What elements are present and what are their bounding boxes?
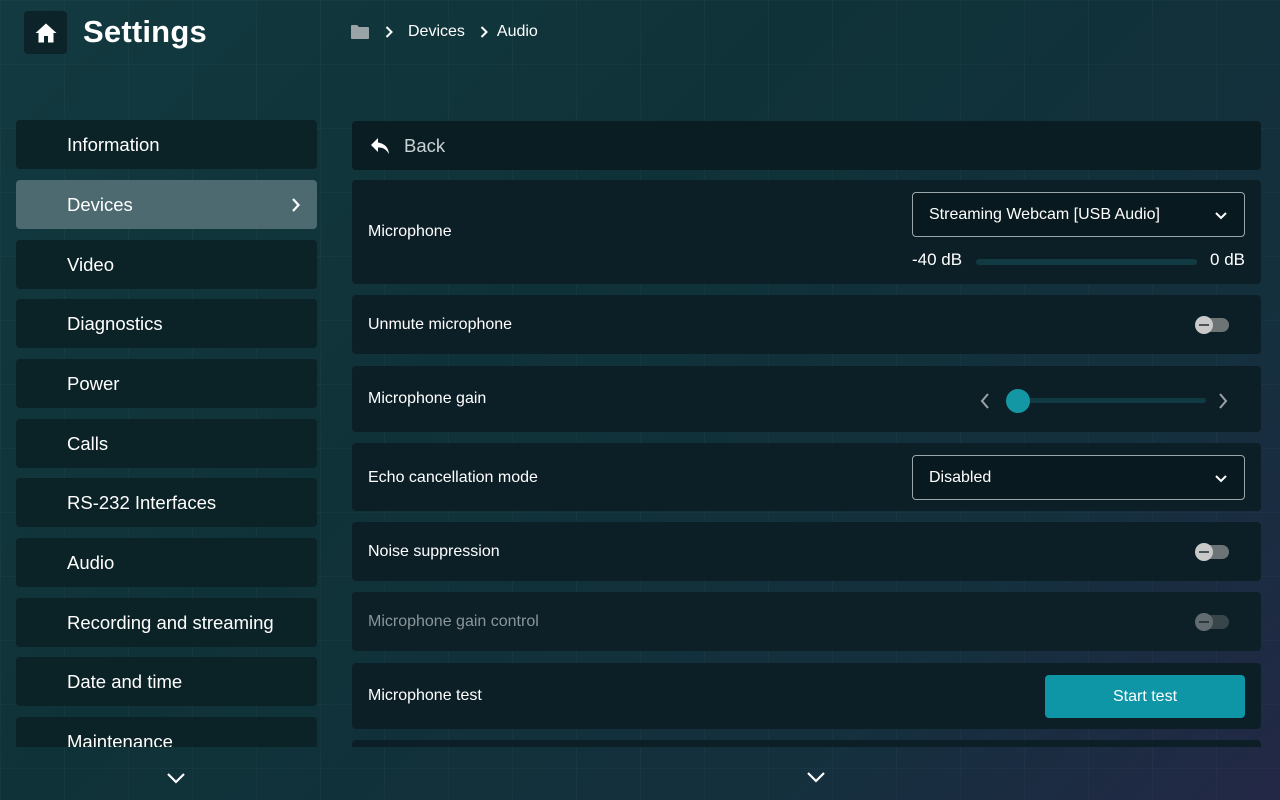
noise-suppression-row: Noise suppression bbox=[352, 522, 1261, 581]
main-scroll-down-icon[interactable] bbox=[806, 770, 826, 788]
unmute-microphone-toggle[interactable] bbox=[1195, 316, 1229, 334]
start-test-button[interactable]: Start test bbox=[1045, 675, 1245, 718]
microphone-gain-slider bbox=[976, 385, 1232, 415]
meter-min-label: -40 dB bbox=[912, 250, 963, 269]
microphone-test-row: Microphone test Start test bbox=[352, 663, 1261, 729]
noise-suppression-toggle[interactable] bbox=[1195, 543, 1229, 561]
sidebar-item-label: Maintenance bbox=[67, 730, 173, 748]
back-arrow-icon bbox=[370, 137, 390, 155]
sidebar-item-power[interactable]: Power bbox=[16, 359, 317, 408]
sidebar-scroll-down-icon[interactable] bbox=[166, 771, 186, 789]
sidebar-item-label: Recording and streaming bbox=[67, 611, 274, 633]
main-panel: Back Microphone Streaming Webcam [USB Au… bbox=[352, 120, 1261, 747]
back-label: Back bbox=[404, 134, 446, 156]
unmute-microphone-row: Unmute microphone bbox=[352, 295, 1261, 354]
sidebar-item-label: RS-232 Interfaces bbox=[67, 491, 217, 513]
sidebar-item-label: Diagnostics bbox=[67, 312, 163, 334]
sidebar: Information Devices Video Diagnostics Po… bbox=[16, 120, 317, 747]
echo-cancellation-row: Echo cancellation mode Disabled bbox=[352, 443, 1261, 511]
sidebar-item-calls[interactable]: Calls bbox=[16, 419, 317, 468]
microphone-select-value: Streaming Webcam [USB Audio] bbox=[929, 205, 1160, 223]
folder-icon[interactable] bbox=[350, 24, 370, 40]
toggle-knob bbox=[1195, 613, 1213, 631]
breadcrumb: Devices Audio bbox=[350, 20, 538, 44]
home-button[interactable] bbox=[24, 11, 67, 54]
home-icon bbox=[35, 23, 56, 42]
chevron-down-icon bbox=[1214, 208, 1228, 226]
microphone-row: Microphone Streaming Webcam [USB Audio] … bbox=[352, 180, 1261, 284]
slider-thumb[interactable] bbox=[1005, 389, 1030, 413]
chevron-left-icon[interactable] bbox=[980, 392, 990, 415]
sidebar-item-diagnostics[interactable]: Diagnostics bbox=[16, 299, 317, 348]
sidebar-item-information[interactable]: Information bbox=[16, 120, 317, 169]
breadcrumb-item-devices[interactable]: Devices bbox=[408, 23, 465, 41]
unmute-microphone-label: Unmute microphone bbox=[368, 316, 513, 333]
back-button[interactable]: Back bbox=[352, 121, 1261, 170]
microphone-gain-control-toggle bbox=[1195, 613, 1229, 631]
echo-cancellation-select[interactable]: Disabled bbox=[912, 455, 1245, 500]
slider-track[interactable] bbox=[1005, 389, 1206, 413]
breadcrumb-item-audio[interactable]: Audio bbox=[497, 23, 538, 41]
chevron-down-icon bbox=[1214, 471, 1228, 489]
chevron-right-icon bbox=[370, 26, 408, 38]
microphone-label: Microphone bbox=[368, 223, 452, 240]
sidebar-item-label: Date and time bbox=[67, 670, 183, 692]
meter-track bbox=[976, 259, 1197, 265]
sidebar-item-label: Video bbox=[67, 253, 114, 275]
sidebar-item-maintenance[interactable]: Maintenance bbox=[16, 717, 317, 747]
microphone-test-label: Microphone test bbox=[368, 687, 482, 704]
chevron-right-icon[interactable] bbox=[1218, 392, 1228, 415]
sidebar-item-label: Audio bbox=[67, 551, 115, 573]
echo-cancellation-value: Disabled bbox=[929, 468, 992, 486]
sidebar-item-label: Information bbox=[67, 133, 160, 155]
toggle-knob bbox=[1195, 316, 1213, 334]
chevron-right-icon bbox=[291, 196, 301, 218]
page-title: Settings bbox=[83, 14, 207, 49]
sidebar-item-recording[interactable]: Recording and streaming bbox=[16, 598, 317, 647]
sidebar-item-label: Calls bbox=[67, 432, 109, 454]
microphone-select[interactable]: Streaming Webcam [USB Audio] bbox=[912, 192, 1245, 237]
microphone-level-meter: -40 dB 0 dB bbox=[912, 250, 1245, 272]
meter-max-label: 0 dB bbox=[1210, 250, 1245, 269]
microphone-gain-control-row: Microphone gain control bbox=[352, 592, 1261, 651]
sidebar-item-label: Power bbox=[67, 372, 120, 394]
sidebar-item-rs232[interactable]: RS-232 Interfaces bbox=[16, 478, 317, 527]
sidebar-item-date-time[interactable]: Date and time bbox=[16, 657, 317, 706]
next-row bbox=[352, 740, 1261, 747]
microphone-gain-row: Microphone gain bbox=[352, 366, 1261, 432]
sidebar-item-devices[interactable]: Devices bbox=[16, 180, 317, 229]
sidebar-item-audio[interactable]: Audio bbox=[16, 538, 317, 587]
microphone-gain-control-label: Microphone gain control bbox=[368, 613, 539, 630]
echo-cancellation-label: Echo cancellation mode bbox=[368, 469, 538, 486]
sidebar-item-label: Devices bbox=[67, 193, 133, 215]
microphone-gain-label: Microphone gain bbox=[368, 390, 487, 407]
noise-suppression-label: Noise suppression bbox=[368, 543, 500, 560]
toggle-knob bbox=[1195, 543, 1213, 561]
sidebar-item-video[interactable]: Video bbox=[16, 240, 317, 289]
